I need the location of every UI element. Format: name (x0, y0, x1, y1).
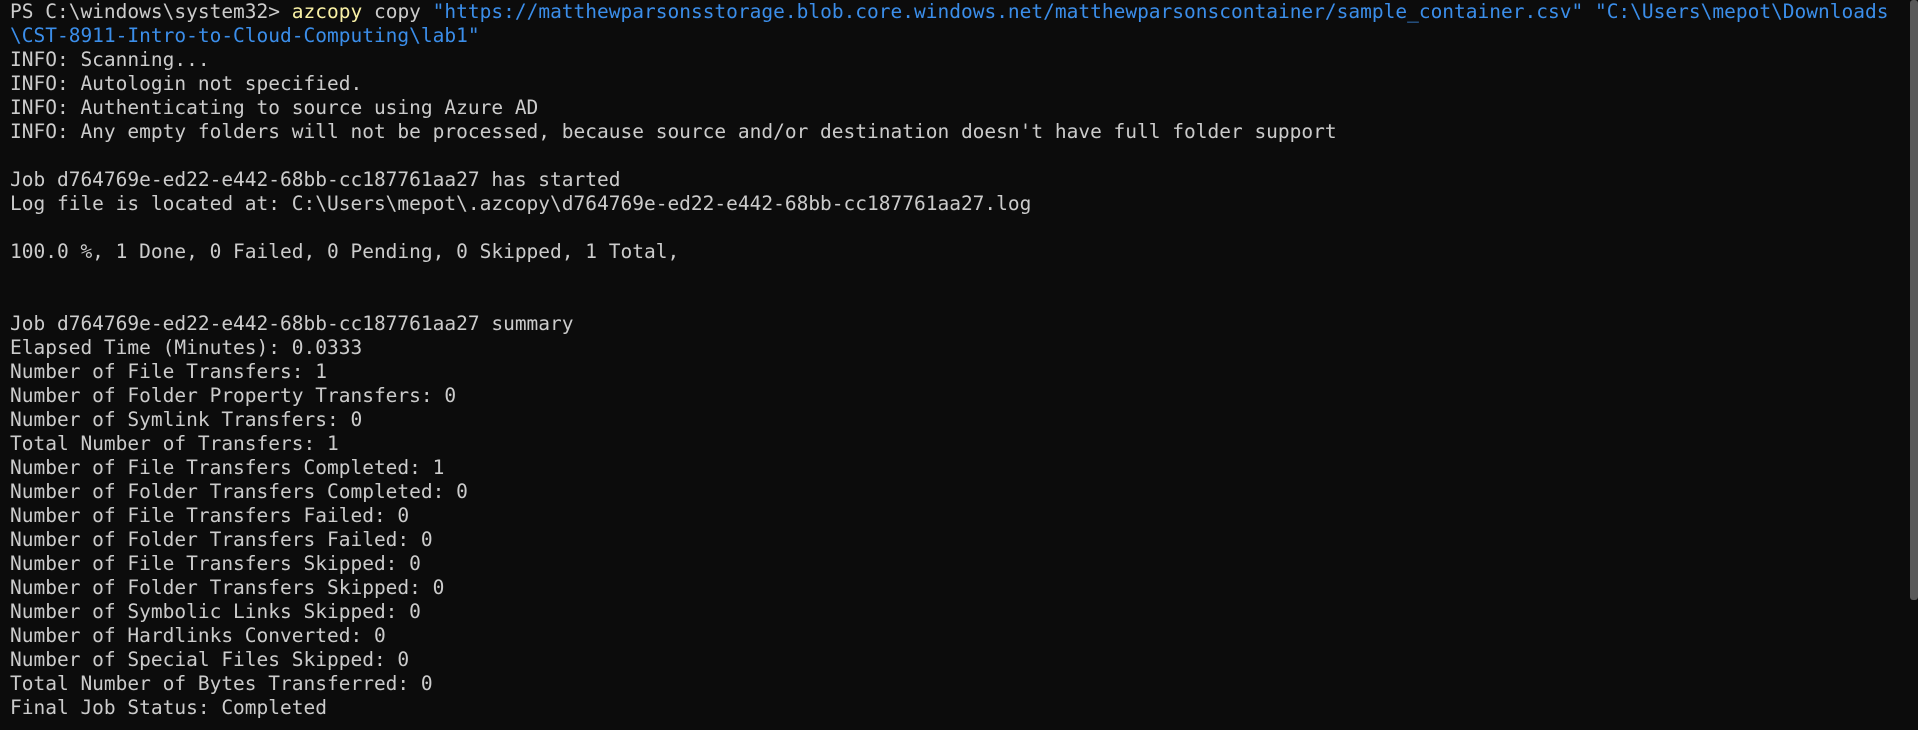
summary-line: Number of File Transfers Skipped: 0 (10, 552, 421, 575)
info-line: INFO: Scanning... (10, 48, 210, 71)
job-started-line: Job d764769e-ed22-e442-68bb-cc187761aa27… (10, 168, 621, 191)
terminal-window[interactable]: PS C:\windows\system32> azcopy copy "htt… (0, 0, 1918, 730)
summary-line: Number of Symlink Transfers: 0 (10, 408, 363, 431)
command-source-arg: "https://matthewparsonsstorage.blob.core… (432, 0, 1584, 23)
summary-line: Elapsed Time (Minutes): 0.0333 (10, 336, 363, 359)
command-line: PS C:\windows\system32> azcopy copy "htt… (10, 0, 1890, 48)
summary-line: Total Number of Bytes Transferred: 0 (10, 672, 433, 695)
summary-line: Total Number of Transfers: 1 (10, 432, 339, 455)
log-file-line: Log file is located at: C:\Users\mepot\.… (10, 192, 1032, 215)
summary-line: Number of Symbolic Links Skipped: 0 (10, 600, 421, 623)
info-line: INFO: Any empty folders will not be proc… (10, 120, 1337, 143)
summary-line: Number of File Transfers Completed: 1 (10, 456, 445, 479)
summary-line: Number of File Transfers Failed: 0 (10, 504, 410, 527)
summary-line: Number of Hardlinks Converted: 0 (10, 624, 386, 647)
summary-title: Job d764769e-ed22-e442-68bb-cc187761aa27… (10, 312, 574, 335)
summary-line: Number of Folder Transfers Completed: 0 (10, 480, 468, 503)
summary-line: Number of Folder Transfers Failed: 0 (10, 528, 433, 551)
info-line: INFO: Autologin not specified. (10, 72, 363, 95)
summary-line: Number of Folder Transfers Skipped: 0 (10, 576, 445, 599)
vertical-scrollbar[interactable] (1910, 0, 1918, 600)
command-name: azcopy (291, 0, 363, 23)
summary-line: Number of Folder Property Transfers: 0 (10, 384, 457, 407)
summary-line: Number of Special Files Skipped: 0 (10, 648, 410, 671)
info-line: INFO: Authenticating to source using Azu… (10, 96, 539, 119)
command-subcommand: copy (362, 0, 433, 23)
summary-line: Number of File Transfers: 1 (10, 360, 327, 383)
progress-line: 100.0 %, 1 Done, 0 Failed, 0 Pending, 0 … (10, 240, 680, 263)
final-status-line: Final Job Status: Completed (10, 696, 327, 719)
prompt: PS C:\windows\system32> (10, 0, 292, 23)
